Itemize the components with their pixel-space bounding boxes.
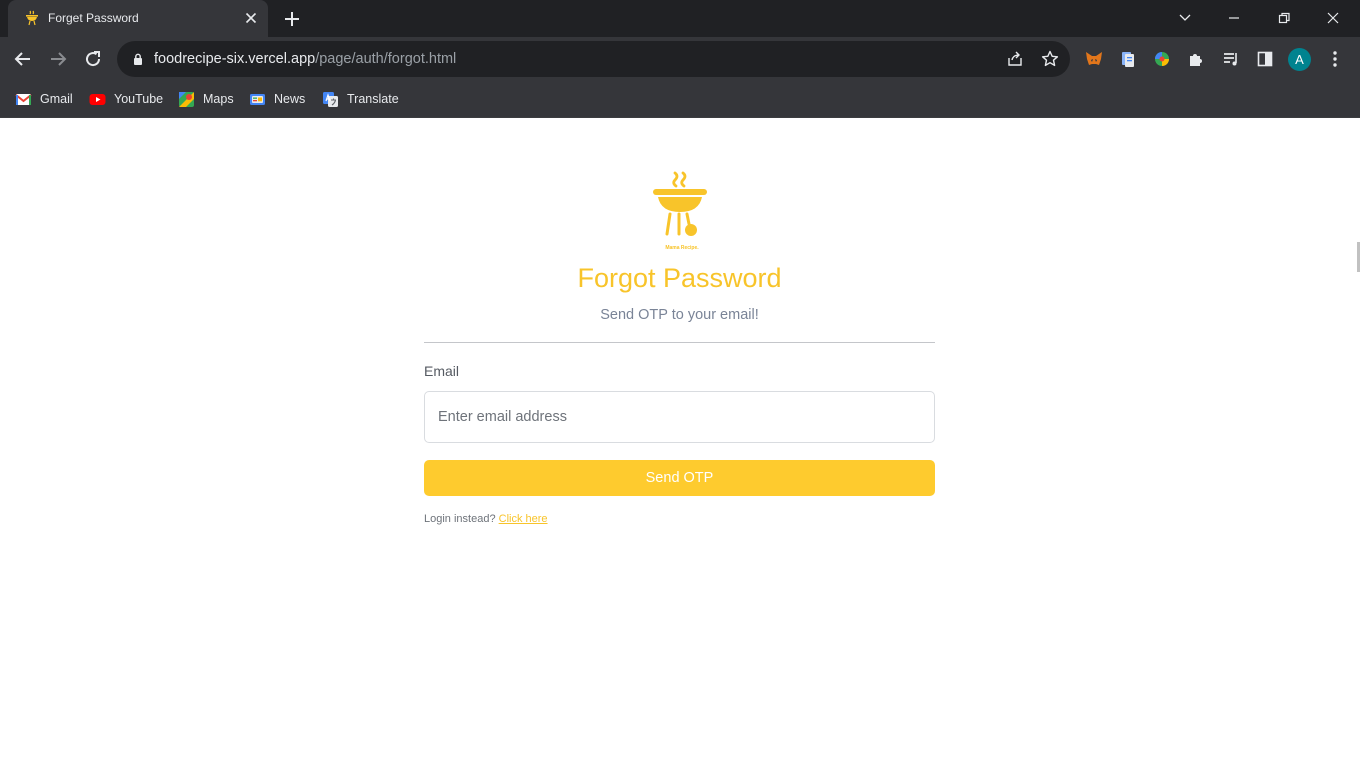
- bookmark-maps[interactable]: Maps: [178, 89, 234, 109]
- side-panel-icon[interactable]: [1255, 49, 1275, 69]
- login-instead-text: Login instead? Click here: [424, 513, 548, 525]
- share-icon[interactable]: [1005, 49, 1025, 69]
- page-subtitle: Send OTP to your email!: [600, 307, 759, 323]
- bookmark-news[interactable]: News: [249, 89, 305, 109]
- translate-icon: [323, 91, 338, 107]
- extensions-puzzle-icon[interactable]: [1186, 49, 1206, 69]
- browser-tab[interactable]: Forget Password: [8, 0, 268, 37]
- news-icon: [250, 93, 265, 105]
- tab-search-icon[interactable]: [1173, 6, 1197, 30]
- media-control-icon[interactable]: [1221, 49, 1241, 69]
- bookmark-label: YouTube: [114, 92, 164, 106]
- colorful-extension-icon[interactable]: [1152, 49, 1172, 69]
- lock-icon[interactable]: [131, 52, 145, 66]
- youtube-icon: [89, 93, 106, 105]
- bookmark-label: Gmail: [40, 92, 73, 106]
- bookmarks-bar: Gmail YouTube Maps News Translate: [0, 81, 1360, 118]
- send-otp-button[interactable]: Send OTP: [424, 460, 935, 496]
- url-text[interactable]: foodrecipe-six.vercel.app/page/auth/forg…: [154, 51, 456, 67]
- menu-dots-icon[interactable]: [1325, 49, 1345, 69]
- minimize-icon[interactable]: [1222, 6, 1246, 30]
- login-link[interactable]: Click here: [499, 513, 548, 525]
- recipe-logo-icon: [26, 10, 38, 26]
- close-tab-icon[interactable]: [242, 9, 260, 27]
- gmail-icon: [15, 93, 32, 105]
- reload-icon[interactable]: [81, 47, 105, 71]
- back-arrow-icon[interactable]: [11, 47, 35, 71]
- metamask-extension-icon[interactable]: [1084, 49, 1104, 69]
- login-prompt: Login instead?: [424, 513, 496, 525]
- new-tab-icon[interactable]: [282, 9, 302, 29]
- bookmark-label: News: [274, 92, 306, 106]
- email-label: Email: [424, 363, 460, 379]
- maps-icon: [179, 91, 194, 107]
- page-title: Forgot Password: [577, 263, 782, 293]
- tab-title: Forget Password: [48, 11, 139, 25]
- forward-arrow-icon[interactable]: [46, 47, 70, 71]
- bookmark-gmail[interactable]: Gmail: [15, 89, 73, 109]
- recipe-logo: Mama Recipe.: [653, 171, 707, 251]
- bookmark-star-icon[interactable]: [1040, 49, 1060, 69]
- page-content: Mama Recipe. Forgot Password Send OTP to…: [0, 118, 1360, 768]
- bookmark-youtube[interactable]: YouTube: [89, 89, 163, 109]
- title-bar: Forget Password: [0, 0, 1360, 37]
- profile-avatar[interactable]: A: [1288, 48, 1311, 71]
- bookmark-label: Maps: [203, 92, 234, 106]
- browser-toolbar: foodrecipe-six.vercel.app/page/auth/forg…: [0, 37, 1360, 81]
- logo-text: Mama Recipe.: [665, 245, 699, 251]
- email-input[interactable]: [424, 391, 935, 443]
- bookmark-translate[interactable]: Translate: [322, 89, 399, 109]
- close-window-icon[interactable]: [1321, 6, 1345, 30]
- restore-icon[interactable]: [1272, 6, 1296, 30]
- divider: [424, 342, 935, 343]
- docs-extension-icon[interactable]: [1118, 49, 1138, 69]
- address-bar[interactable]: foodrecipe-six.vercel.app/page/auth/forg…: [117, 41, 1070, 77]
- bookmark-label: Translate: [347, 92, 399, 106]
